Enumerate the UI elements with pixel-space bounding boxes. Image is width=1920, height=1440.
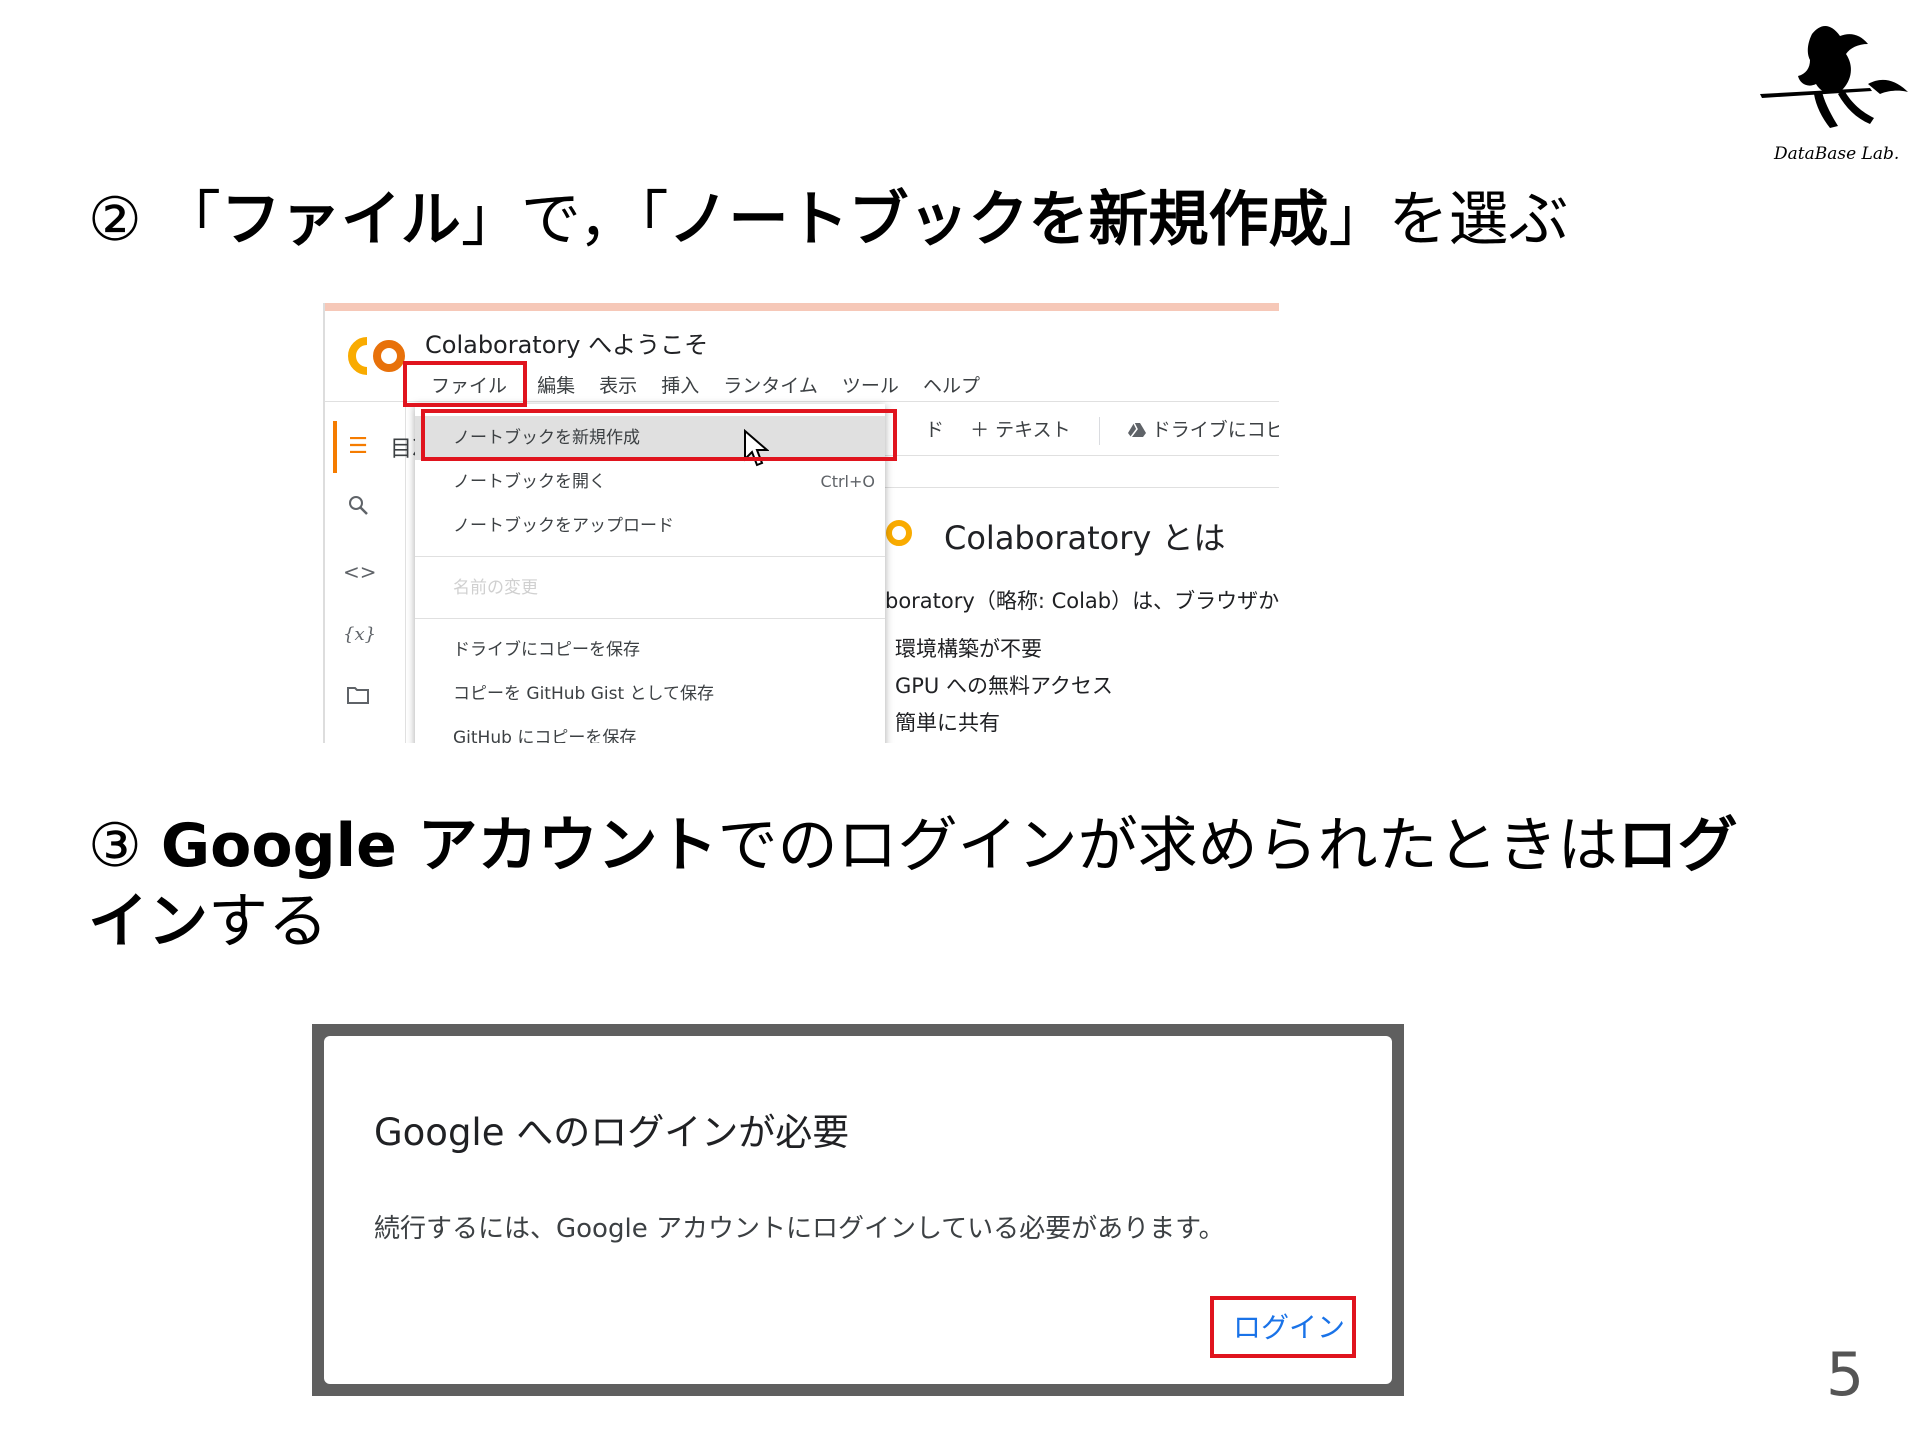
step2-heading: ② 「ファイル」で，「ノートブックを新規作成」を選ぶ — [88, 182, 1568, 258]
search-icon[interactable] — [343, 494, 373, 524]
variables-icon[interactable]: {x} — [343, 620, 376, 650]
step2-end: 」を選ぶ — [1328, 185, 1569, 255]
copy-to-drive-button[interactable]: ドライブにコピー — [1152, 419, 1279, 441]
page-number: 5 — [1826, 1340, 1865, 1410]
login-dialog: Google へのログインが必要 続行するには、Google アカウントにログイ… — [324, 1036, 1392, 1384]
dialog-title: Google へのログインが必要 — [374, 1111, 850, 1154]
content-description: boratory（略称: Colab）は、ブラウザか — [885, 589, 1279, 613]
toolbar-separator — [1098, 416, 1100, 445]
drive-icon — [1127, 419, 1152, 441]
colab-screenshot: Colaboratory へようこそ ファイル 編集 表示 挿入 ランタイム ツ… — [323, 303, 1279, 743]
step2-bold-file: ファイル — [220, 185, 461, 255]
step3-number: ③ — [88, 811, 142, 881]
step2-bold-new-notebook: ノートブックを新規作成 — [668, 185, 1329, 255]
menu-separator — [415, 556, 885, 557]
step2-mid: 」で，「 — [460, 185, 669, 255]
menu-item-open-notebook[interactable]: ノートブックを開く Ctrl+O — [415, 460, 885, 504]
highlight-new-notebook — [421, 409, 897, 461]
menu-view[interactable]: 表示 — [599, 375, 637, 397]
code-snippets-icon[interactable]: <> — [343, 557, 377, 587]
step3-bold-login-b: イン — [88, 887, 208, 957]
menu-edit[interactable]: 編集 — [537, 375, 575, 397]
open-shortcut: Ctrl+O — [820, 472, 875, 491]
menu-insert[interactable]: 挿入 — [661, 375, 699, 397]
login-dialog-frame: Google へのログインが必要 続行するには、Google アカウントにログイ… — [312, 1024, 1404, 1396]
menu-runtime[interactable]: ランタイム — [723, 375, 818, 397]
highlight-login-button — [1210, 1296, 1356, 1358]
colab-title: Colaboratory へようこそ — [425, 331, 709, 359]
menu-tools[interactable]: ツール — [842, 375, 899, 397]
content-heading: Colaboratory とは — [944, 519, 1226, 557]
menu-help[interactable]: ヘルプ — [923, 375, 980, 397]
toolbar-code-fragment[interactable]: ド — [925, 419, 944, 441]
menu-separator-2 — [415, 618, 885, 619]
step3-heading: ③ Google アカウントでのログインが求められたときはログインする — [88, 808, 1848, 960]
step3-mid: でのログインが求められたときは — [717, 811, 1618, 881]
menu-item-save-drive[interactable]: ドライブにコピーを保存 — [415, 628, 885, 672]
content-bullet-2: GPU への無料アクセス — [895, 674, 1113, 698]
menu-item-save-github[interactable]: GitHub にコピーを保存 — [415, 716, 885, 743]
step3-end: する — [208, 887, 328, 957]
toolbar-divider — [885, 455, 1279, 456]
content-bullet-3: 簡単に共有 — [895, 711, 1000, 735]
menu-item-upload-notebook[interactable]: ノートブックをアップロード — [415, 504, 885, 548]
colab-logo-icon — [348, 337, 405, 375]
step3-bold-google-account: Google アカウント — [160, 811, 718, 881]
logo-text: DataBase Lab. — [1774, 144, 1900, 164]
folder-icon[interactable] — [343, 684, 373, 714]
menu-item-save-gist[interactable]: コピーを GitHub Gist として保存 — [415, 672, 885, 716]
witch-logo-icon — [1760, 26, 1908, 128]
step2-open: 「 — [160, 185, 221, 255]
colab-top-strip — [325, 303, 1279, 311]
step2-number: ② — [88, 185, 142, 255]
toc-icon[interactable]: ☰ — [343, 432, 373, 462]
step3-bold-login-a: ログ — [1617, 811, 1738, 881]
add-text-button[interactable]: ＋ テキスト — [970, 419, 1070, 441]
database-lab-logo: DataBase Lab. — [1750, 14, 1920, 174]
sidebar-active-indicator — [333, 421, 337, 473]
toolbar-divider-2 — [885, 487, 1279, 488]
colab-toolbar: ド ＋ テキスト ドライブにコピー — [925, 415, 1279, 445]
dialog-message: 続行するには、Google アカウントにログインしている必要があります。 — [374, 1214, 1225, 1244]
menu-item-rename: 名前の変更 — [453, 578, 538, 598]
content-bullet-1: 環境構築が不要 — [895, 637, 1042, 661]
highlight-file-menu — [403, 361, 527, 407]
